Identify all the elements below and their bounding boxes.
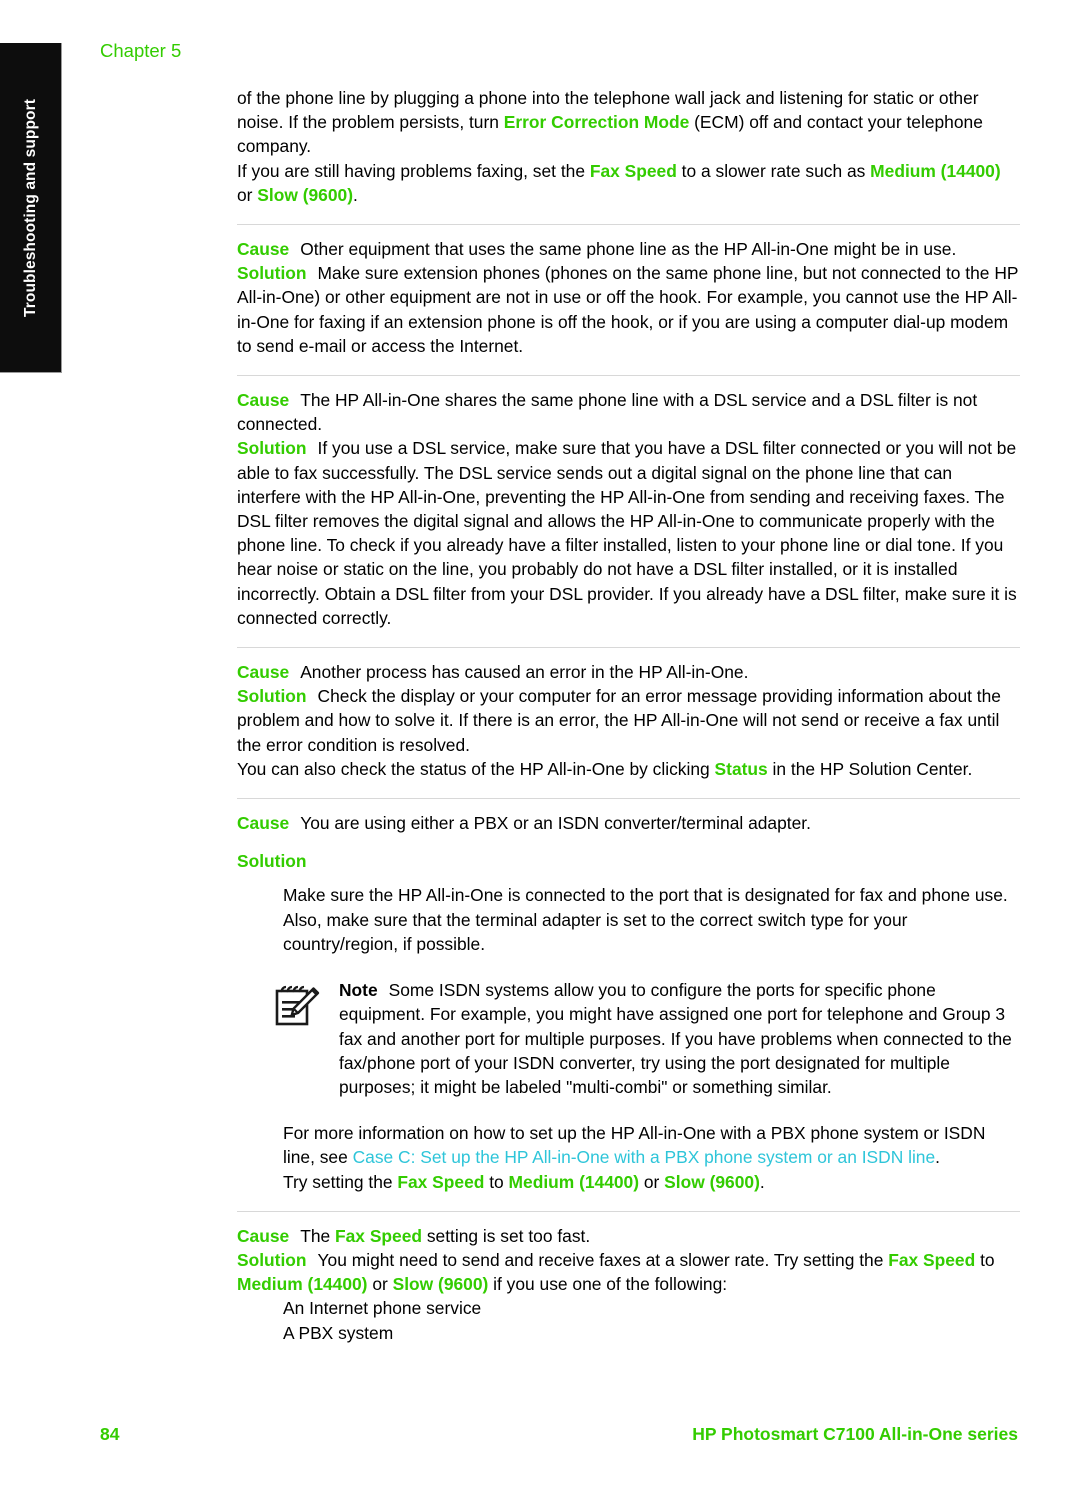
status-text-b: in the HP Solution Center. bbox=[767, 758, 973, 779]
solution-line: Solution If you use a DSL service, make s… bbox=[237, 436, 1020, 630]
solution-body-paragraph: Make sure the HP All-in-One is connected… bbox=[283, 885, 1008, 954]
solution-line: Solution Make sure extension phones (phon… bbox=[237, 261, 1020, 358]
try-text-d: . bbox=[759, 1171, 765, 1192]
cross-reference-link[interactable]: Case C: Set up the HP All-in-One with a … bbox=[353, 1147, 936, 1167]
cause-text-b: setting is set too fast. bbox=[422, 1225, 591, 1246]
section-divider bbox=[237, 224, 1020, 226]
keyword-error-correction-mode: Error Correction Mode bbox=[503, 112, 690, 133]
section-divider bbox=[237, 375, 1020, 377]
intro2-text-b: to a slower rate such as bbox=[676, 160, 871, 181]
solution-text: If you use a DSL service, make sure that… bbox=[237, 438, 1017, 628]
status-text-a: You can also check the status of the HP … bbox=[237, 758, 715, 779]
cause-text: The HP All-in-One shares the same phone … bbox=[237, 390, 978, 435]
cause-label: Cause bbox=[237, 1225, 290, 1246]
list-item: An Internet phone service bbox=[283, 1298, 482, 1319]
keyword-medium-14400: Medium (14400) bbox=[508, 1171, 640, 1192]
solution-label: Solution bbox=[237, 1249, 307, 1270]
cause-line: Cause Another process has caused an error… bbox=[237, 660, 1020, 684]
keyword-status: Status bbox=[714, 758, 768, 779]
cause-text-a: The bbox=[300, 1225, 336, 1246]
cause-line: Cause Other equipment that uses the same … bbox=[237, 237, 1020, 261]
keyword-medium-14400: Medium (14400) bbox=[237, 1274, 368, 1295]
cause-solution-block-pbx: Cause You are using either a PBX or an IS… bbox=[237, 811, 1020, 1194]
intro2-text-d: . bbox=[352, 184, 358, 205]
keyword-fax-speed: Fax Speed bbox=[589, 160, 677, 181]
solution-text-a: You might need to send and receive faxes… bbox=[317, 1249, 889, 1270]
keyword-fax-speed: Fax Speed bbox=[335, 1225, 423, 1246]
notepad-pencil-icon bbox=[271, 980, 323, 1032]
cause-label: Cause bbox=[237, 813, 290, 834]
cause-line: Cause The HP All-in-One shares the same p… bbox=[237, 388, 1020, 436]
solution-text-c: or bbox=[367, 1274, 393, 1295]
intro2-text-a: If you are still having problems faxing,… bbox=[237, 160, 590, 181]
solution-status-line: You can also check the status of the HP … bbox=[237, 757, 1020, 781]
keyword-fax-speed: Fax Speed bbox=[397, 1171, 485, 1192]
cause-solution-block: Cause Another process has caused an error… bbox=[237, 660, 1020, 781]
solution-text: Make sure extension phones (phones on th… bbox=[237, 263, 1019, 356]
solution-label: Solution bbox=[237, 686, 307, 707]
cause-line: Cause The Fax Speed setting is set too fa… bbox=[237, 1224, 1020, 1248]
note-callout: Note Some ISDN systems allow you to confi… bbox=[271, 978, 1020, 1099]
cause-text: Other equipment that uses the same phone… bbox=[300, 239, 957, 260]
note-text: Some ISDN systems allow you to configure… bbox=[339, 980, 1012, 1097]
try-text-a: Try setting the bbox=[283, 1171, 398, 1192]
chapter-side-tab: Troubleshooting and support bbox=[0, 43, 62, 373]
xref-text-b: . bbox=[935, 1147, 940, 1168]
solution-line: Solution Check the display or your comput… bbox=[237, 684, 1020, 757]
try-text-b: to bbox=[484, 1171, 509, 1192]
section-divider bbox=[237, 798, 1020, 800]
solution-heading: Solution bbox=[237, 849, 1020, 873]
cross-reference-paragraph: For more information on how to set up th… bbox=[283, 1121, 1020, 1169]
condition-list: An Internet phone service A PBX system bbox=[283, 1296, 1020, 1344]
keyword-slow-9600: Slow (9600) bbox=[392, 1274, 489, 1295]
page-footer: 84 HP Photosmart C7100 All-in-One series bbox=[0, 1424, 1080, 1454]
note-paragraph: Note Some ISDN systems allow you to confi… bbox=[339, 978, 1020, 1099]
cause-text: Another process has caused an error in t… bbox=[300, 662, 749, 683]
intro2-text-c: or bbox=[237, 184, 258, 205]
solution-line: Solution You might need to send and recei… bbox=[237, 1248, 1020, 1296]
keyword-slow-9600: Slow (9600) bbox=[257, 184, 353, 205]
cause-text: You are using either a PBX or an ISDN co… bbox=[300, 813, 811, 834]
cause-solution-block: Cause Other equipment that uses the same … bbox=[237, 237, 1020, 358]
try-fax-speed-paragraph: Try setting the Fax Speed to Medium (144… bbox=[283, 1170, 1020, 1194]
intro-paragraph-2: If you are still having problems faxing,… bbox=[237, 159, 1020, 207]
solution-text-b: to bbox=[975, 1249, 995, 1270]
solution-label: Solution bbox=[237, 438, 307, 459]
try-text-c: or bbox=[639, 1171, 665, 1192]
cause-solution-block: Cause The HP All-in-One shares the same p… bbox=[237, 388, 1020, 630]
solution-label: Solution bbox=[237, 851, 307, 872]
solution-label: Solution bbox=[237, 263, 307, 284]
cause-solution-block-fax-speed: Cause The Fax Speed setting is set too fa… bbox=[237, 1224, 1020, 1345]
note-label: Note bbox=[339, 980, 378, 1001]
solution-text: Check the display or your computer for a… bbox=[237, 686, 1001, 755]
cause-label: Cause bbox=[237, 662, 290, 683]
page-number: 84 bbox=[100, 1424, 120, 1444]
keyword-medium-14400: Medium (14400) bbox=[870, 160, 1001, 181]
section-divider bbox=[237, 1210, 1020, 1212]
cause-line: Cause You are using either a PBX or an IS… bbox=[237, 811, 1020, 835]
chapter-running-head: Chapter 5 bbox=[100, 40, 182, 61]
footer-product-title: HP Photosmart C7100 All-in-One series bbox=[692, 1424, 1018, 1444]
section-divider bbox=[237, 647, 1020, 649]
page-content: of the phone line by plugging a phone in… bbox=[237, 86, 1020, 1345]
list-item: A PBX system bbox=[283, 1322, 394, 1343]
note-body: Note Some ISDN systems allow you to confi… bbox=[339, 978, 1020, 1099]
side-tab-label: Troubleshooting and support bbox=[21, 98, 39, 317]
intro-paragraph-1: of the phone line by plugging a phone in… bbox=[237, 86, 1020, 159]
cause-label: Cause bbox=[237, 239, 290, 260]
keyword-fax-speed: Fax Speed bbox=[888, 1249, 976, 1270]
keyword-slow-9600: Slow (9600) bbox=[664, 1171, 760, 1192]
cause-label: Cause bbox=[237, 390, 290, 411]
solution-text-d: if you use one of the following: bbox=[488, 1274, 728, 1295]
